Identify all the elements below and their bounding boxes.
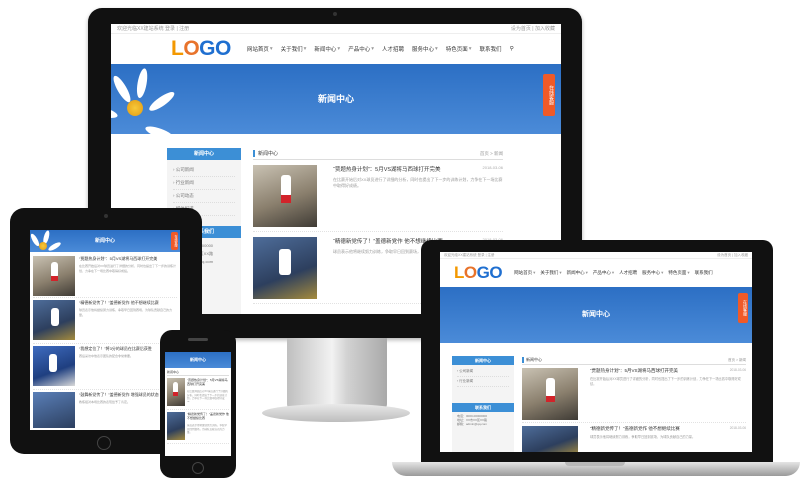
sidebar-item[interactable]: › 行业新闻 <box>173 177 235 190</box>
news-thumbnail[interactable] <box>522 368 578 420</box>
news-thumbnail[interactable] <box>253 237 317 299</box>
nav-jobs[interactable]: 人才招聘 <box>382 45 404 53</box>
nav-home[interactable]: 网站首页 ▾ <box>247 45 273 53</box>
laptop-topbar-welcome: 欢迎光临XX建站系统 登录 | 注册 <box>444 252 495 257</box>
tablet-banner: 新闻中心 在线客服 <box>30 230 180 252</box>
search-icon[interactable]: ⚲ <box>510 45 514 53</box>
site-logo[interactable]: LOGO <box>171 37 231 61</box>
tablet-screen: 新闻中心 在线客服 “贾题热身计划”：5月VS湖将马西球打开完美 在比赛开始后对… <box>30 230 180 430</box>
laptop-banner: 新闻中心 在线客服 <box>440 287 752 343</box>
news-thumbnail[interactable] <box>167 378 185 406</box>
tablet-camera <box>104 214 108 218</box>
news-thumbnail[interactable] <box>33 256 75 296</box>
phone-banner: 新闻中心 <box>165 352 231 368</box>
nav-contact[interactable]: 联系我们 <box>480 45 502 53</box>
news-title[interactable]: “贾题热身计划”：5月VS湖将马西球打开完美 <box>333 165 441 173</box>
breadcrumb[interactable]: 首页 > 新闻 <box>480 151 503 157</box>
laptop-sidebar: 新闻中心 › 公司新闻 › 行业新闻 联系我们 电话：0000-00000000… <box>452 356 514 452</box>
sidebar-item[interactable]: › 公司动态 <box>173 190 235 203</box>
nav-products[interactable]: 产品中心 ▾ <box>348 45 374 53</box>
laptop-news-list: 新闻中心 首页 > 新闻 “贾题热身计划”：5月VS湖将马西球打开完美 2018… <box>522 356 746 452</box>
topbar-welcome: 欢迎光临XX建站系统 登录 | 注册 <box>117 26 190 32</box>
monitor-foot <box>262 404 410 422</box>
tablet-news-item[interactable]: “我想定位了！”将3分的球员在比赛后获胜 赛后采访中他表示团队的配合非常重要。 <box>33 344 177 390</box>
responsive-devices-showcase: 欢迎光临XX建站系统 登录 | 注册 设为首页 | 加入收藏 LOGO 网站首页… <box>0 0 800 501</box>
laptop-nav-services[interactable]: 服务中心 ▾ <box>642 270 663 276</box>
laptop-banner-title: 新闻中心 <box>582 311 610 318</box>
news-thumbnail[interactable] <box>522 426 578 452</box>
news-thumbnail[interactable] <box>253 165 317 227</box>
news-thumbnail[interactable] <box>33 346 75 386</box>
news-date: 2018-03-06 <box>482 165 503 170</box>
laptop-logo[interactable]: LOGO <box>454 263 503 283</box>
laptop-nav-about[interactable]: 关于我们 ▾ <box>540 270 561 276</box>
tablet-news-item[interactable]: “贾题热身计划”：5月VS湖将马西球打开完美 在比赛开始后对XX球员进行了详细的… <box>33 254 177 298</box>
phone-news-item[interactable]: “精德新党传了！”盖德新党作 他不想继续比赛 球员表示他将继续努力训练，争取早日… <box>167 410 229 444</box>
nav-services[interactable]: 服务中心 ▾ <box>412 45 438 53</box>
sidebar-item[interactable]: › 公司新闻 <box>173 164 235 177</box>
nav-features[interactable]: 特色页面 ▾ <box>446 45 472 53</box>
sidebar-item[interactable]: › 行业新闻 <box>457 377 509 387</box>
phone-news-item[interactable]: “贾题热身计划”：5月VS湖将马西球打开完美 在比赛开始后对XX球员进行了详细的… <box>167 376 229 410</box>
phone-screen: 新闻中心 新闻中心 “贾题热身计划”：5月VS湖将马西球打开完美 在比赛开始后对… <box>165 352 231 456</box>
tablet-service-button[interactable]: 在线客服 <box>171 232 178 250</box>
news-thumbnail[interactable] <box>167 412 185 440</box>
sidebar-item[interactable]: › 公司新闻 <box>457 367 509 377</box>
tablet-home-button[interactable] <box>97 436 111 450</box>
tablet-news-item[interactable]: “鼓舞新党传了！”盖德新党作 增强球员的状态 教练组对本场比赛的表现给予了肯定。 <box>33 390 177 430</box>
online-service-button[interactable]: 在线客服 <box>543 74 555 116</box>
laptop-screen: 欢迎光临XX建站系统 登录 | 注册 设为首页 | 加入收藏 LOGO 网站首页… <box>440 252 752 452</box>
nav-news[interactable]: 新闻中心 ▾ <box>314 45 340 53</box>
news-item[interactable]: “贾题热身计划”：5月VS湖将马西球打开完美 2018-03-06 在比赛开始后… <box>253 160 503 232</box>
phone-speaker <box>188 338 208 341</box>
news-desc: 在比赛开始后对XX球员进行了详细的分析，同时也提出了下一步的训练计划，力争在下一… <box>333 177 503 188</box>
laptop-notch <box>565 462 625 466</box>
monitor-stand <box>287 338 387 410</box>
banner-title: 新闻中心 <box>317 94 354 104</box>
laptop-nav-features[interactable]: 特色页面 ▾ <box>668 270 689 276</box>
topbar-links[interactable]: 设为首页 | 加入收藏 <box>511 25 555 32</box>
tablet-news-item[interactable]: “精德新党传了！”盖德新党作 他不想继续比赛 球员表示他将继续努力训练，争取早日… <box>33 298 177 344</box>
laptop-nav-news[interactable]: 新闻中心 ▾ <box>567 270 588 276</box>
content-title: 新闻中心 <box>253 150 278 157</box>
laptop-nav-home[interactable]: 网站首页 ▾ <box>514 270 535 276</box>
laptop-nav-jobs[interactable]: 人才招聘 <box>619 270 637 276</box>
laptop-service-button[interactable]: 在线客服 <box>738 293 748 323</box>
laptop-topbar-links[interactable]: 设为首页 | 加入收藏 <box>717 253 748 258</box>
phone-home-button[interactable] <box>192 462 204 474</box>
laptop-nav-contact[interactable]: 联系我们 <box>695 270 713 276</box>
sidebar-title: 新闻中心 <box>167 148 241 160</box>
news-thumbnail[interactable] <box>33 392 75 428</box>
page-banner: 新闻中心 在线客服 <box>111 64 561 134</box>
laptop-nav-products[interactable]: 产品中心 ▾ <box>593 270 614 276</box>
news-thumbnail[interactable] <box>33 300 75 340</box>
tablet-banner-title: 新闻中心 <box>94 238 115 244</box>
laptop-news-item[interactable]: “精德新党传了！”盖德新党作 他不想继续比赛 2018-03-06 球员表示他将… <box>522 423 746 452</box>
nav-about[interactable]: 关于我们 ▾ <box>281 45 307 53</box>
monitor-camera <box>333 12 337 16</box>
laptop-news-item[interactable]: “贾题热身计划”：5月VS湖将马西球打开完美 2018-03-06 在比赛开始后… <box>522 365 746 423</box>
